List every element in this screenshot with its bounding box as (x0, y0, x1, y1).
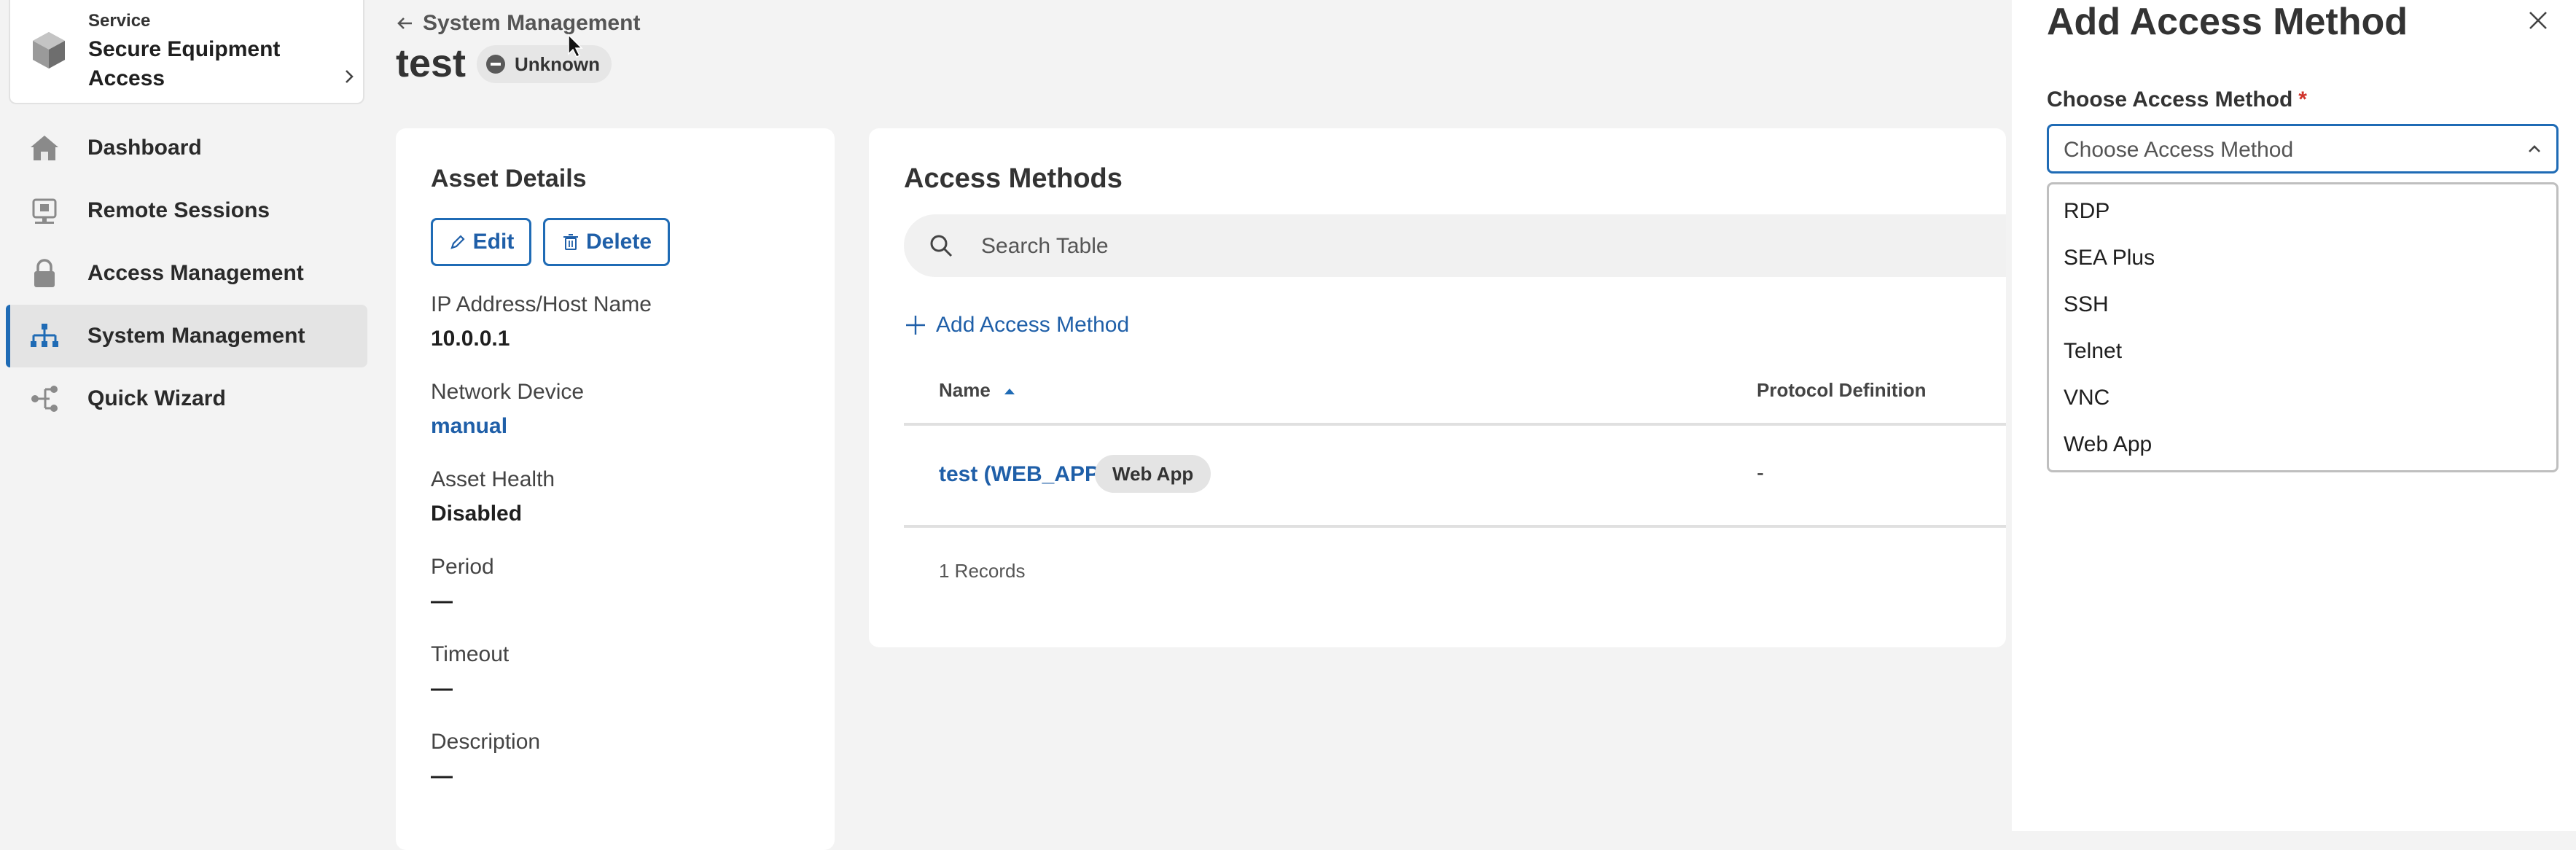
field-label-timeout: Timeout (431, 642, 510, 666)
search-input[interactable] (980, 214, 2003, 278)
access-methods-card: Access Methods Add Access Method Name Pr… (869, 128, 2006, 647)
arrow-left-icon (397, 17, 412, 29)
access-method-name-link[interactable]: test (WEB_APP) (939, 462, 1106, 487)
delete-label: Delete (585, 230, 652, 254)
add-access-method-drawer: Add Access Method Choose Access Method * … (2012, 0, 2576, 831)
protocol-definition-cell: - (1757, 461, 1764, 485)
option-ssh[interactable]: SSH (2049, 282, 2556, 329)
column-header-label: Protocol Definition (1757, 379, 1927, 401)
option-label: VNC (2064, 386, 2110, 410)
select-placeholder: Choose Access Method (2064, 138, 2294, 162)
field-value-timeout: — (431, 677, 453, 701)
field-value-ip-address: 10.0.0.1 (431, 327, 510, 351)
asset-details-title: Asset Details (431, 165, 587, 192)
field-label-period: Period (431, 555, 494, 579)
breadcrumb-back-link[interactable]: System Management (395, 9, 640, 38)
column-header-name[interactable]: Name (939, 379, 1016, 402)
field-label-ip-address: IP Address/Host Name (431, 292, 652, 316)
drawer-title: Add Access Method (2047, 1, 2408, 43)
column-header-protocol-definition[interactable]: Protocol Definition (1757, 379, 1927, 402)
wizard-icon (31, 386, 58, 412)
status-badge: Unknown (477, 45, 612, 83)
plus-icon (906, 316, 925, 335)
service-hexagon-icon (33, 32, 65, 69)
field-value-description: — (431, 764, 453, 788)
sidebar-item-system-management[interactable]: System Management (6, 305, 367, 367)
network-device-link[interactable]: manual (431, 414, 507, 439)
field-value-period: — (431, 589, 453, 613)
option-label: SSH (2064, 292, 2109, 316)
lock-icon (34, 259, 55, 287)
sidebar-item-label: Remote Sessions (87, 198, 270, 222)
option-web-app[interactable]: Web App (2049, 422, 2556, 469)
search-icon (930, 235, 953, 257)
sidebar-item-remote-sessions[interactable]: Remote Sessions (6, 179, 367, 242)
pencil-icon (450, 235, 465, 249)
edit-label: Edit (472, 230, 515, 254)
sidebar-item-quick-wizard[interactable]: Quick Wizard (6, 367, 367, 430)
network-icon (31, 324, 58, 347)
records-count: 1 Records (939, 560, 1026, 582)
asset-details-card: Asset Details Edit Delete IP Address/Hos… (396, 128, 835, 850)
home-icon (31, 136, 58, 160)
chevron-up-icon (2529, 145, 2540, 152)
access-method-options-list: RDP SEA Plus SSH Telnet VNC Web App (2047, 182, 2559, 472)
column-header-label: Name (939, 379, 991, 401)
access-method-select-label: Choose Access Method * (2047, 87, 2307, 112)
service-name: Secure Equipment Access (88, 37, 281, 90)
option-rdp[interactable]: RDP (2049, 189, 2556, 235)
option-sea-plus[interactable]: SEA Plus (2049, 235, 2556, 282)
status-unknown-icon (486, 55, 505, 74)
search-box (904, 214, 2006, 278)
mouse-cursor-icon (568, 34, 583, 58)
breadcrumb-label: System Management (423, 11, 641, 35)
option-label: Web App (2064, 432, 2152, 456)
add-access-method-label: Add Access Method (936, 313, 1130, 337)
add-access-method-link[interactable]: Add Access Method (904, 311, 1129, 340)
option-vnc[interactable]: VNC (2049, 375, 2556, 422)
sidebar-item-label: Dashboard (87, 136, 202, 160)
select-label-text: Choose Access Method (2047, 87, 2293, 112)
status-label: Unknown (515, 52, 600, 75)
option-label: Telnet (2064, 339, 2123, 363)
sort-ascending-icon (1004, 389, 1015, 395)
field-value-asset-health: Disabled (431, 502, 523, 526)
sidebar-item-dashboard[interactable]: Dashboard (6, 117, 367, 179)
sidebar-item-label: System Management (87, 324, 305, 348)
field-label-asset-health: Asset Health (431, 467, 555, 491)
page-title: test (396, 42, 467, 85)
service-switcher[interactable]: Service Secure Equipment Access (9, 0, 364, 104)
service-caption: Service (88, 11, 151, 31)
field-label-description: Description (431, 730, 541, 754)
sidebar-item-label: Quick Wizard (87, 386, 226, 410)
option-telnet[interactable]: Telnet (2049, 329, 2556, 375)
table-row-divider (904, 525, 2006, 528)
option-label: SEA Plus (2064, 246, 2155, 270)
access-method-select[interactable]: Choose Access Method (2047, 124, 2559, 173)
required-marker: * (2298, 87, 2307, 112)
access-methods-title: Access Methods (904, 163, 1123, 194)
delete-button[interactable]: Delete (543, 218, 670, 266)
option-label: RDP (2064, 199, 2110, 223)
edit-button[interactable]: Edit (431, 218, 531, 266)
sidebar-item-access-management[interactable]: Access Management (6, 242, 367, 305)
table-row: test (WEB_APP) Web App - (904, 426, 2006, 525)
sidebar-item-label: Access Management (87, 261, 304, 285)
remote-sessions-icon (32, 198, 57, 224)
close-icon[interactable] (2526, 9, 2550, 32)
field-label-network-device: Network Device (431, 380, 585, 404)
chevron-right-icon (346, 70, 354, 83)
sidebar-nav: Dashboard Remote Sessions Access Managem… (6, 117, 367, 430)
trash-icon (563, 234, 578, 250)
access-method-type-badge: Web App (1095, 455, 1211, 493)
